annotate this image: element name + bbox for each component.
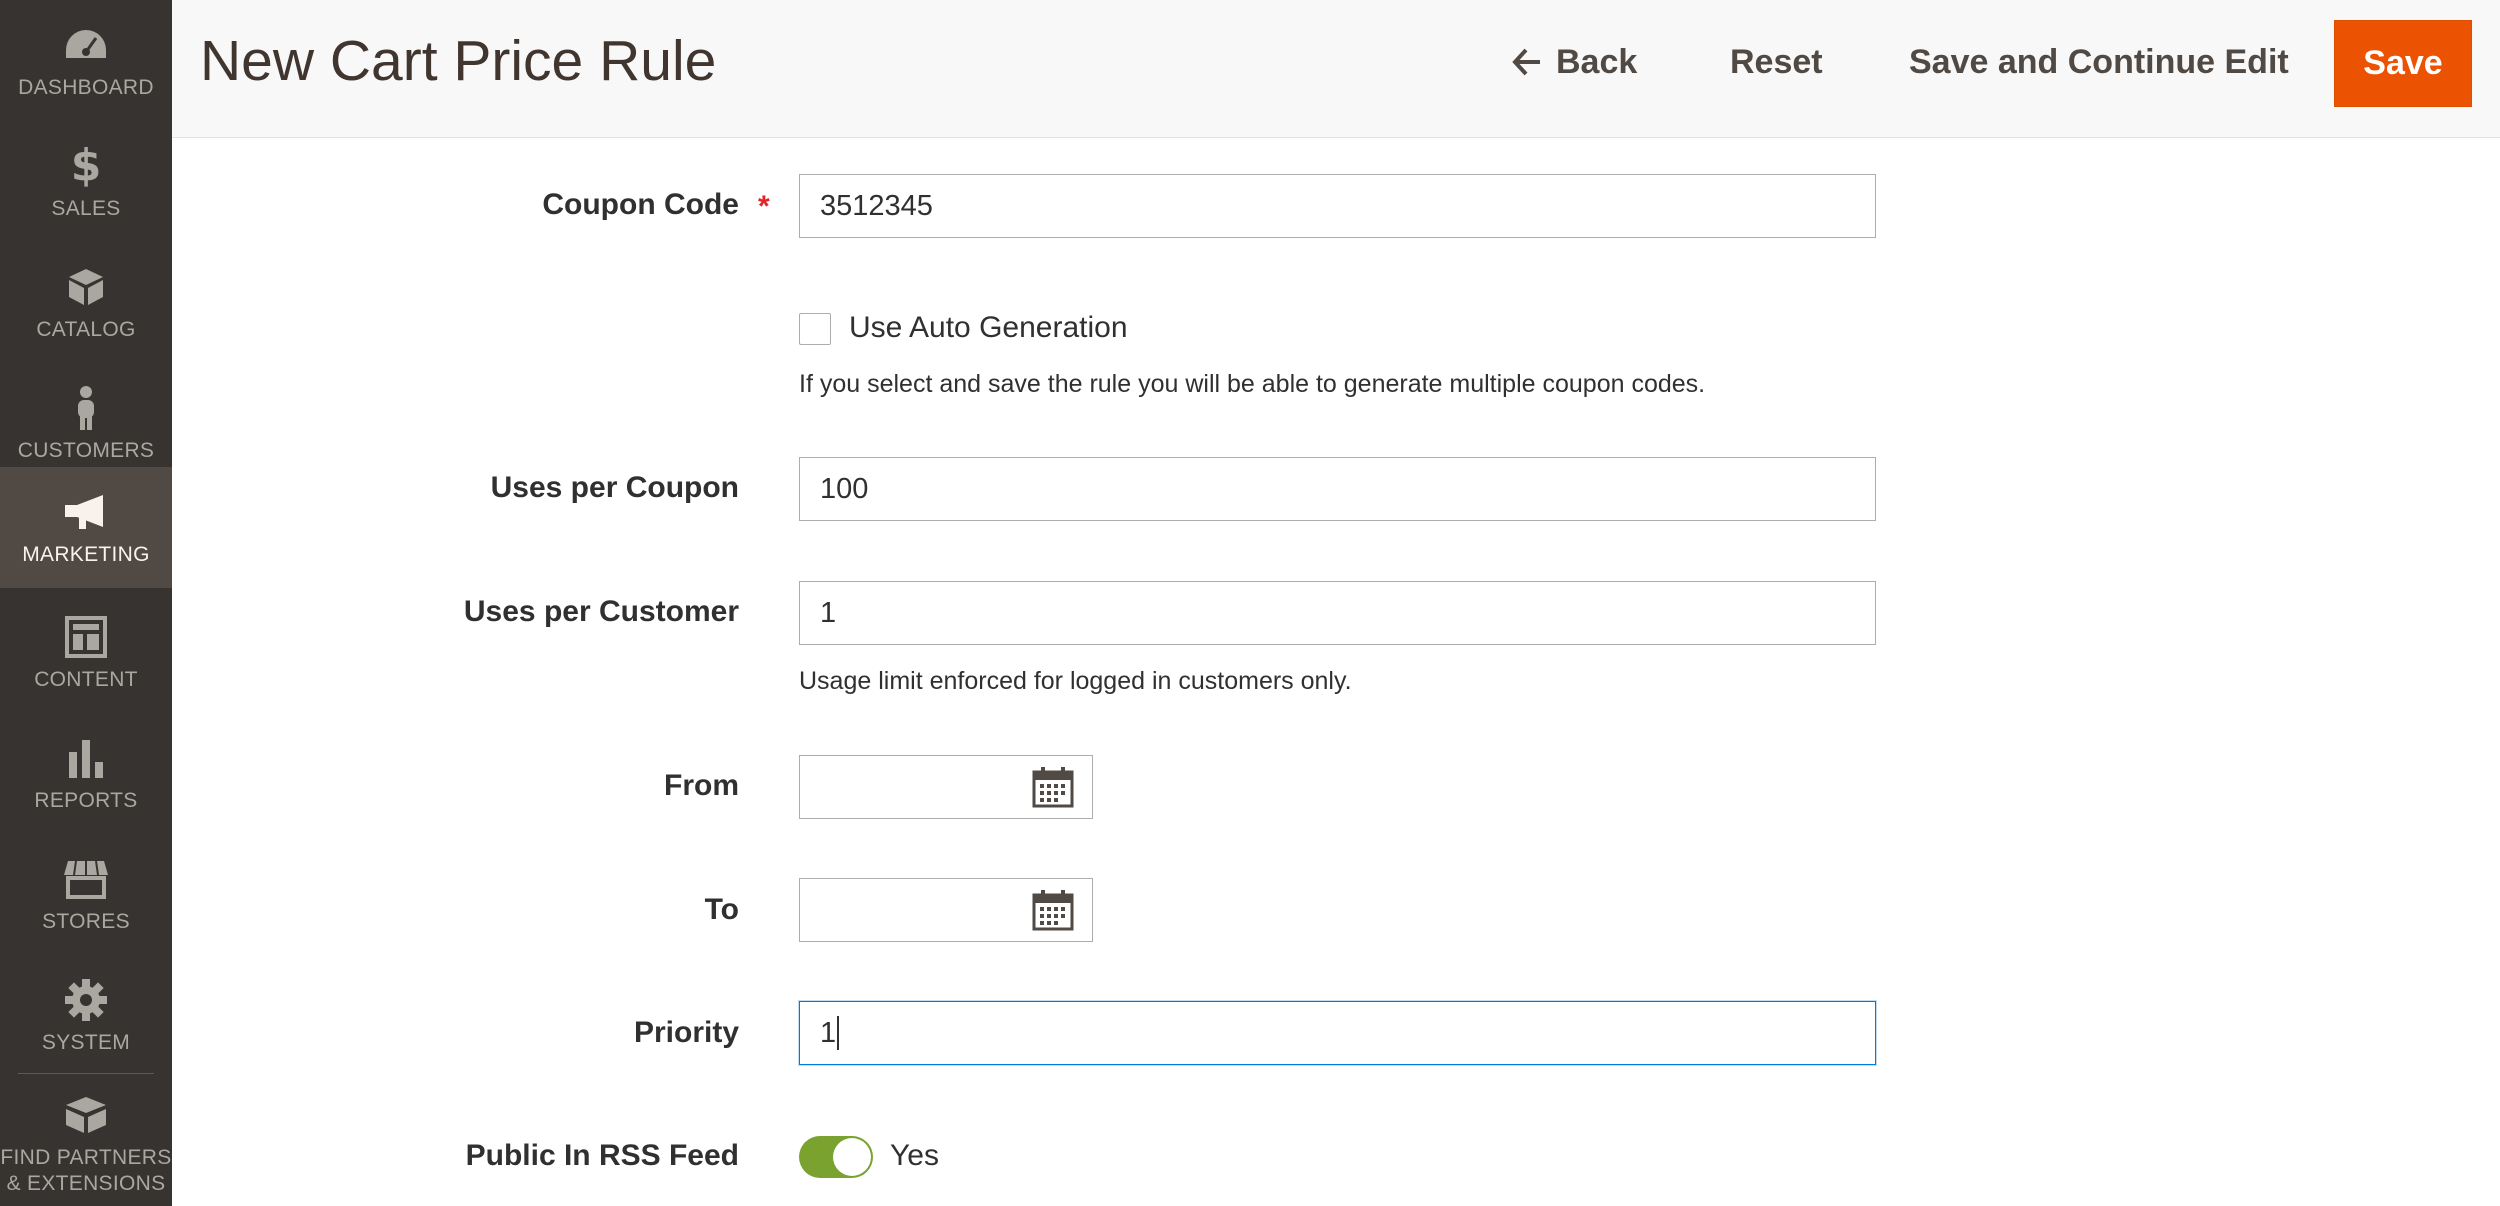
sidebar-item-dashboard[interactable]: DASHBOARD: [0, 0, 172, 121]
sidebar-item-label: STORES: [42, 909, 130, 933]
required-asterisk: *: [758, 190, 770, 223]
storefront-icon: [62, 855, 110, 903]
save-button[interactable]: Save: [2334, 20, 2472, 107]
sidebar-divider: [18, 1073, 154, 1074]
reset-button-label: Reset: [1730, 42, 1823, 81]
person-icon: [62, 384, 110, 432]
sidebar-item-label: CUSTOMERS: [17, 438, 155, 462]
sidebar-item-label: SYSTEM: [41, 1030, 131, 1054]
public-rss-feed-value: Yes: [890, 1139, 939, 1172]
layout-icon: [62, 613, 110, 661]
public-rss-feed-toggle[interactable]: [799, 1136, 873, 1178]
use-auto-generation-label[interactable]: Use Auto Generation: [849, 311, 1128, 345]
bar-chart-icon: [62, 734, 110, 782]
coupon-code-value: 3512345: [820, 189, 933, 222]
sidebar-item-customers[interactable]: CUSTOMERS: [0, 363, 172, 484]
uses-per-coupon-input[interactable]: 100: [799, 457, 1876, 521]
coupon-code-label: Coupon Code: [542, 188, 739, 221]
sidebar-item-label: CATALOG: [36, 317, 136, 341]
to-date-label: To: [704, 893, 739, 926]
priority-label: Priority: [633, 1016, 739, 1049]
uses-per-customer-label: Uses per Customer: [463, 595, 739, 628]
box-icon: [62, 263, 110, 311]
page-title: New Cart Price Rule: [200, 29, 717, 93]
usage-limit-note: Usage limit enforced for logged in custo…: [799, 667, 1352, 695]
arrow-left-icon: [1512, 48, 1540, 76]
sidebar-item-content[interactable]: CONTENT: [0, 592, 172, 713]
sidebar-item-label: CONTENT: [34, 667, 138, 691]
sidebar-item-marketing[interactable]: MARKETING: [0, 467, 172, 588]
coupon-code-input[interactable]: 3512345: [799, 174, 1876, 238]
sidebar-item-label: DASHBOARD: [18, 75, 154, 99]
back-button-label: Back: [1556, 42, 1638, 81]
dollar-icon: $: [70, 140, 102, 191]
sidebar-item-sales[interactable]: $ SALES: [0, 121, 172, 242]
sidebar-item-label: REPORTS: [34, 788, 138, 812]
to-date-input[interactable]: [799, 878, 1093, 942]
sidebar-item-find-partners[interactable]: FIND PARTNERS & EXTENSIONS: [0, 1082, 172, 1206]
gear-icon: [62, 976, 110, 1024]
priority-value: 1: [820, 1016, 837, 1049]
sidebar-item-label: SALES: [51, 196, 121, 220]
use-auto-generation-checkbox[interactable]: [799, 313, 831, 345]
toggle-knob: [833, 1138, 871, 1176]
from-date-label: From: [664, 769, 739, 802]
back-button[interactable]: Back: [1512, 32, 1637, 92]
sidebar-item-system[interactable]: SYSTEM: [0, 955, 172, 1076]
reset-button[interactable]: Reset: [1730, 32, 1823, 92]
megaphone-icon: [62, 488, 110, 536]
uses-per-coupon-label: Uses per Coupon: [490, 471, 739, 504]
auto-generation-note: If you select and save the rule you will…: [799, 370, 1706, 398]
from-date-input[interactable]: [799, 755, 1093, 819]
save-and-continue-button[interactable]: Save and Continue Edit: [1909, 32, 2289, 92]
sidebar-item-catalog[interactable]: CATALOG: [0, 242, 172, 363]
text-caret: [837, 1016, 840, 1050]
uses-per-coupon-value: 100: [820, 472, 869, 505]
admin-sidebar: DASHBOARD $ SALES CATALOG CUSTOMERS MARK…: [0, 0, 172, 1206]
sidebar-item-stores[interactable]: STORES: [0, 834, 172, 955]
calendar-icon[interactable]: [1032, 766, 1074, 808]
blocks-icon: [62, 1091, 110, 1139]
uses-per-customer-input[interactable]: 1: [799, 581, 1876, 645]
sidebar-item-label: FIND PARTNERS & EXTENSIONS: [0, 1146, 172, 1195]
dashboard-gauge-icon: [62, 21, 110, 69]
public-rss-feed-label: Public In RSS Feed: [465, 1139, 739, 1172]
uses-per-customer-value: 1: [820, 596, 837, 629]
sidebar-item-label: MARKETING: [22, 542, 150, 566]
page-header: New Cart Price Rule Back Reset Save and …: [172, 0, 2500, 138]
save-and-continue-label: Save and Continue Edit: [1909, 42, 2289, 81]
sidebar-item-reports[interactable]: REPORTS: [0, 713, 172, 834]
priority-input[interactable]: 1: [799, 1001, 1876, 1065]
calendar-icon[interactable]: [1032, 889, 1074, 931]
